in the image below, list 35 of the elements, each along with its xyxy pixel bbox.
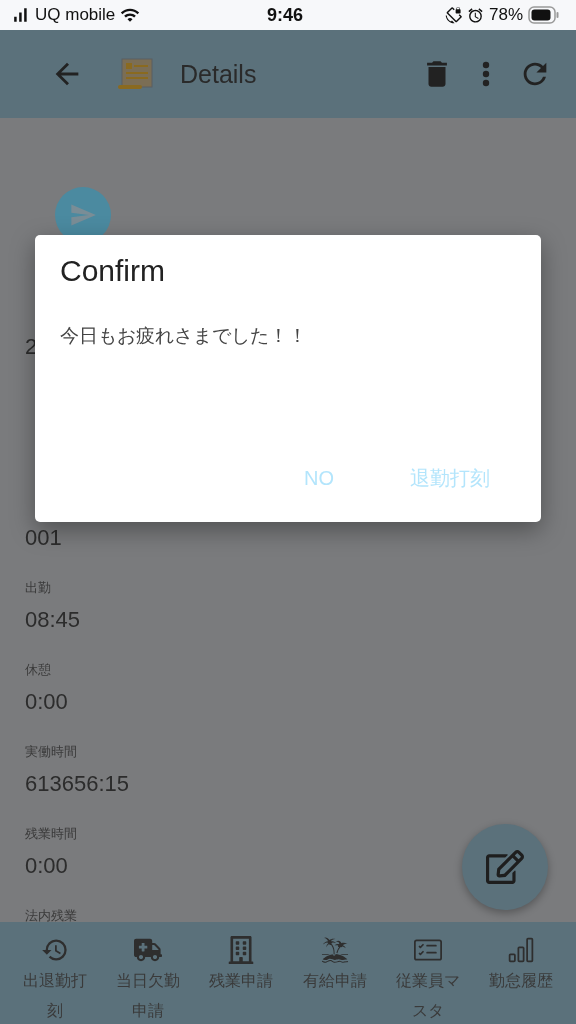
palm-island-icon <box>320 936 349 964</box>
field-value: 001 <box>25 524 62 552</box>
building-icon <box>227 936 256 964</box>
nav-item[interactable]: 従業員マスタ <box>381 930 474 1024</box>
alarm-icon <box>466 6 484 24</box>
field-value: 0:00 <box>25 852 68 880</box>
battery-percent: 78% <box>488 5 523 25</box>
field-value: 613656:15 <box>25 770 129 798</box>
battery-icon <box>528 6 560 24</box>
dialog-button[interactable]: NO <box>278 457 360 500</box>
dialog-button[interactable]: 退勤打刻 <box>384 457 516 500</box>
field-label: 実働時間 <box>25 743 77 761</box>
clock-time: 9:46 <box>267 4 303 26</box>
dialog-message: 今日もお疲れさまでした！！ <box>60 323 307 348</box>
field-label: 法内残業 <box>25 907 77 922</box>
bar-chart-icon <box>507 936 536 964</box>
field-label: 出勤 <box>25 579 51 597</box>
nav-item[interactable]: 当日欠勤申請 <box>102 930 194 1024</box>
page-title: Details <box>180 59 258 89</box>
edit-icon <box>486 848 524 886</box>
field-label: 残業時間 <box>25 825 77 843</box>
nav-item[interactable]: 残業申請 <box>195 930 288 996</box>
dialog-title: Confirm <box>60 253 165 289</box>
field-value: 08:45 <box>25 606 81 634</box>
edit-button[interactable] <box>462 824 548 910</box>
ambulance-icon <box>134 936 162 964</box>
nav-item[interactable]: 有給申請 <box>288 930 381 996</box>
rotation-lock-icon <box>444 6 462 24</box>
nav-item[interactable]: 出退勤打刻 <box>8 930 101 1024</box>
more-button[interactable] <box>482 61 490 87</box>
carrier-name: UQ mobile <box>35 5 116 25</box>
more-icon <box>482 61 490 87</box>
field-label: 休憩 <box>25 661 51 679</box>
nav-item[interactable]: 勤怠履歴 <box>475 930 568 996</box>
field-value: 0:00 <box>25 688 68 716</box>
